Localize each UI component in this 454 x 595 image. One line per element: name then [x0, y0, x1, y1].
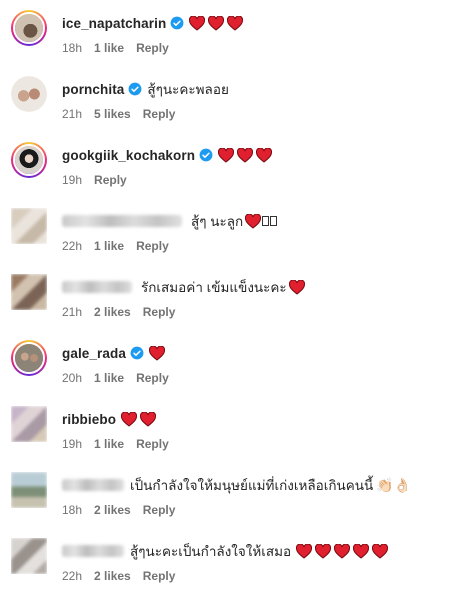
heart-icon — [140, 411, 157, 427]
avatar[interactable] — [11, 340, 47, 376]
clap-ok-emoji-icon: 👏🏻👌🏻 — [376, 476, 412, 493]
verified-badge-icon — [130, 346, 144, 360]
avatar[interactable] — [11, 538, 47, 574]
likes-count[interactable]: 2 likes — [94, 305, 131, 319]
heart-emojis — [148, 345, 165, 361]
heart-icon — [353, 543, 370, 559]
comment-item: gale_rada 20h 1 like Reply — [0, 338, 454, 404]
comment-item: gookgiik_kochakorn 19h Reply — [0, 140, 454, 206]
comment-item: สู้ๆ นะลูก 22h 1 like Reply — [0, 206, 454, 272]
comment-time: 22h — [62, 239, 83, 253]
likes-count[interactable]: 1 like — [94, 239, 124, 253]
comment-time: 19h — [62, 173, 83, 187]
verified-badge-icon — [128, 82, 142, 96]
verified-badge-icon — [170, 16, 184, 30]
avatar[interactable] — [11, 274, 47, 310]
reply-button[interactable]: Reply — [143, 305, 176, 319]
username[interactable]: pornchita — [62, 82, 124, 97]
likes-count[interactable]: 5 likes — [94, 107, 131, 121]
heart-icon — [334, 543, 351, 559]
blurred-username — [62, 545, 124, 557]
avatar[interactable] — [11, 76, 47, 112]
avatar[interactable] — [11, 10, 47, 46]
reply-button[interactable]: Reply — [136, 437, 169, 451]
heart-emojis — [218, 147, 273, 163]
comment-time: 21h — [62, 305, 83, 319]
missing-glyph-icon — [270, 216, 278, 226]
username[interactable]: gale_rada — [62, 346, 126, 361]
heart-emojis — [121, 411, 157, 427]
heart-icon — [256, 147, 273, 163]
comment-text: เป็นกำลังใจให้มนุษย์แม่ที่เก่งเหลือเกินค… — [130, 478, 374, 493]
comment-text: สู้ๆนะคะพลอย — [147, 82, 229, 97]
comment-text: สู้ๆนะคะเป็นกำลังใจให้เสมอ — [130, 544, 292, 559]
likes-count[interactable]: 1 like — [94, 371, 124, 385]
heart-icon — [237, 147, 254, 163]
blurred-username — [62, 215, 182, 227]
heart-icon — [296, 543, 313, 559]
heart-icon — [218, 147, 235, 163]
reply-button[interactable]: Reply — [136, 41, 169, 55]
heart-emojis — [189, 15, 244, 31]
comment-item: ice_napatcharin 18h 1 like Reply — [0, 8, 454, 74]
avatar[interactable] — [11, 472, 47, 508]
comment-time: 18h — [62, 41, 83, 55]
comment-time: 20h — [62, 371, 83, 385]
comment-time: 18h — [62, 503, 83, 517]
missing-glyph-icon — [262, 216, 270, 226]
reply-button[interactable]: Reply — [143, 503, 176, 517]
blurred-username — [62, 479, 124, 491]
blurred-username — [62, 281, 132, 293]
comment-item: เป็นกำลังใจให้มนุษย์แม่ที่เก่งเหลือเกินค… — [0, 470, 454, 536]
heart-emojis — [245, 213, 262, 229]
avatar[interactable] — [11, 142, 47, 178]
reply-button[interactable]: Reply — [94, 173, 127, 187]
comment-time: 22h — [62, 569, 83, 583]
heart-icon — [372, 543, 389, 559]
heart-icon — [121, 411, 138, 427]
heart-icon — [288, 279, 305, 295]
heart-icon — [148, 345, 165, 361]
heart-icon — [315, 543, 332, 559]
heart-emojis — [288, 279, 305, 295]
verified-badge-icon — [199, 148, 213, 162]
heart-icon — [208, 15, 225, 31]
likes-count[interactable]: 2 likes — [94, 503, 131, 517]
comment-text: สู้ๆ นะลูก — [191, 214, 244, 229]
heart-icon — [227, 15, 244, 31]
reply-button[interactable]: Reply — [136, 239, 169, 253]
comment-item: pornchita สู้ๆนะคะพลอย 21h 5 likes Reply — [0, 74, 454, 140]
username[interactable]: gookgiik_kochakorn — [62, 148, 195, 163]
likes-count[interactable]: 1 like — [94, 437, 124, 451]
username[interactable]: ribbiebo — [62, 412, 116, 427]
reply-button[interactable]: Reply — [136, 371, 169, 385]
avatar[interactable] — [11, 406, 47, 442]
username[interactable]: ice_napatcharin — [62, 16, 166, 31]
likes-count[interactable]: 2 likes — [94, 569, 131, 583]
likes-count[interactable]: 1 like — [94, 41, 124, 55]
comments-list: ice_napatcharin 18h 1 like Reply pornchi… — [0, 0, 454, 595]
comment-text: รักเสมอค่า เข้มแข็งนะคะ — [141, 280, 287, 295]
comment-item: สู้ๆนะคะเป็นกำลังใจให้เสมอ 22h 2 likes R… — [0, 536, 454, 595]
comment-time: 21h — [62, 107, 83, 121]
avatar[interactable] — [11, 208, 47, 244]
comment-item: ribbiebo 19h 1 like Reply — [0, 404, 454, 470]
heart-icon — [189, 15, 206, 31]
heart-emojis — [296, 543, 389, 559]
heart-icon — [245, 213, 262, 229]
comment-time: 19h — [62, 437, 83, 451]
reply-button[interactable]: Reply — [143, 107, 176, 121]
comment-item: รักเสมอค่า เข้มแข็งนะคะ 21h 2 likes Repl… — [0, 272, 454, 338]
reply-button[interactable]: Reply — [143, 569, 176, 583]
